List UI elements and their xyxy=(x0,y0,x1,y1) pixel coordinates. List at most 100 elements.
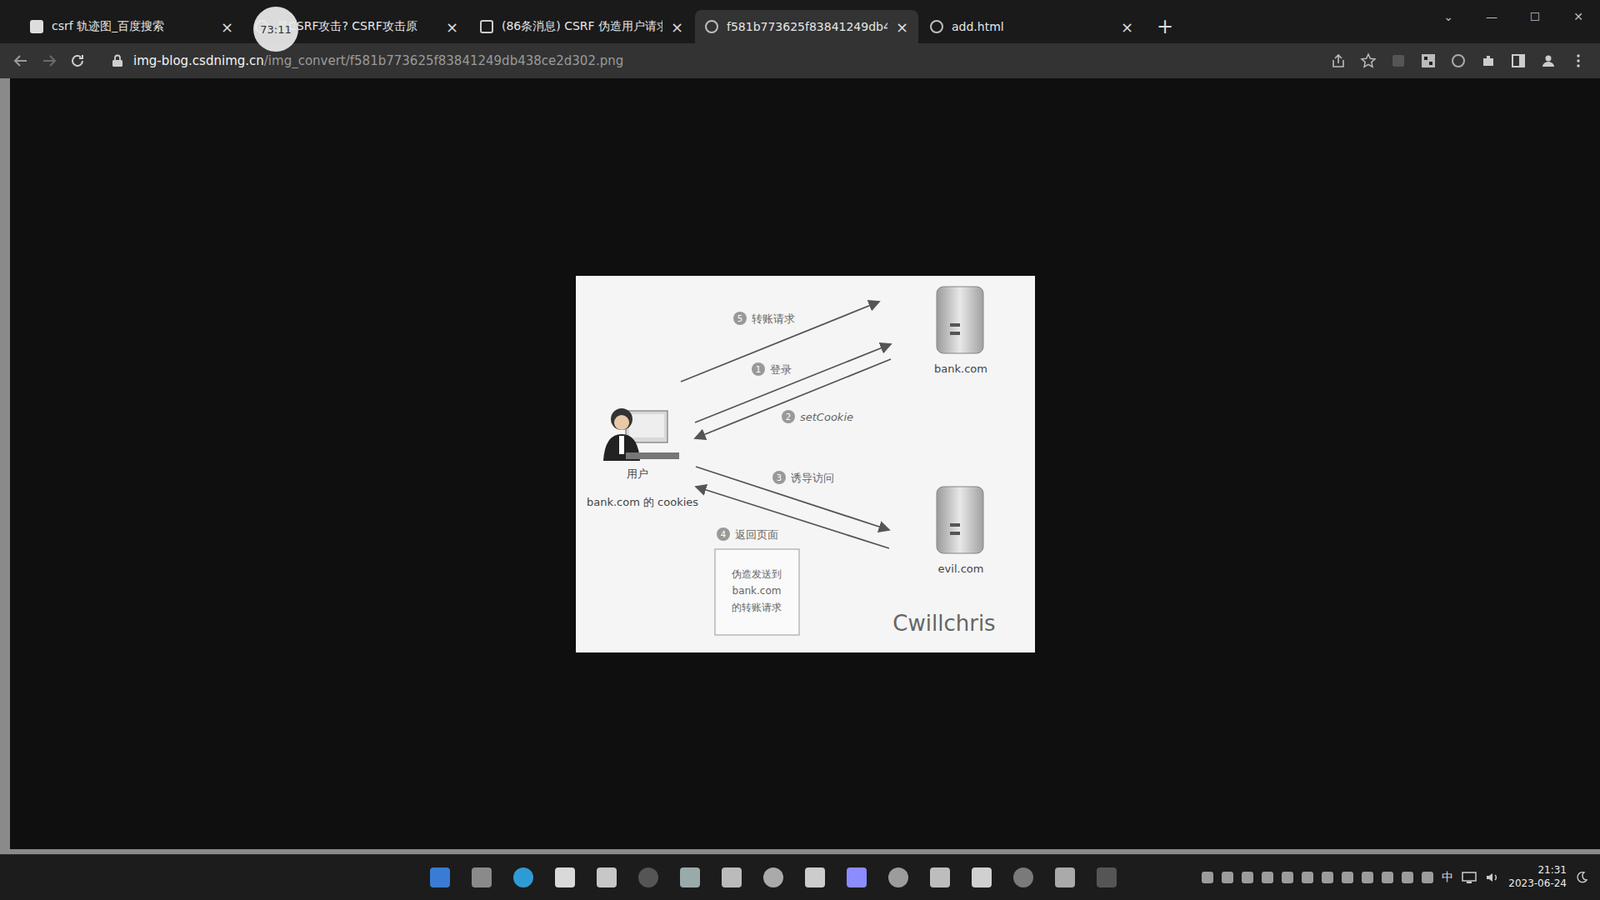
favicon-icon xyxy=(30,20,44,34)
cookie-caption: bank.com 的 cookies xyxy=(585,495,698,509)
step-label: 返回页面 xyxy=(735,528,779,541)
window-controls: ⌄—☐✕ xyxy=(1426,0,1600,34)
sidebar-icon[interactable] xyxy=(1510,52,1527,70)
translate-extension-icon[interactable] xyxy=(1450,52,1467,70)
browser-tab[interactable]: csrf 轨迹图_百度搜索 × xyxy=(20,10,244,44)
tray-icon[interactable] xyxy=(1421,871,1434,884)
clock-date: 2023-06-24 xyxy=(1508,877,1567,891)
note-line: 伪造发送到 xyxy=(731,568,782,580)
extension-icon[interactable] xyxy=(1390,52,1407,70)
tray-icon[interactable] xyxy=(1321,871,1334,884)
taskbar-app-icon[interactable] xyxy=(591,862,622,893)
taskbar-app-icon[interactable] xyxy=(1091,862,1122,893)
lock-icon xyxy=(111,54,124,68)
taskbar-app-icon[interactable] xyxy=(466,862,497,893)
forward-icon[interactable] xyxy=(40,51,59,70)
network-icon[interactable] xyxy=(1461,870,1477,885)
taskbar-app-icon[interactable] xyxy=(633,862,664,893)
step-number: 2 xyxy=(785,412,790,422)
user-node: 用户 bank.com 的 cookies xyxy=(585,408,698,509)
clock-time: 21:31 xyxy=(1537,864,1567,878)
server-label: bank.com xyxy=(934,362,988,375)
taskbar: 中 21:31 2023-06-24 xyxy=(0,854,1600,900)
tab-strip: csrf 轨迹图_百度搜索 × 是CSRF攻击? CSRF攻击原 × (86条消… xyxy=(0,10,1427,44)
taskbar-app-icon[interactable] xyxy=(883,862,914,893)
toolbar-icons xyxy=(1330,52,1592,70)
tab-bar: csrf 轨迹图_百度搜索 × 是CSRF攻击? CSRF攻击原 × (86条消… xyxy=(0,0,1600,44)
monitor-icon xyxy=(625,410,668,443)
favicon-icon xyxy=(480,20,494,34)
tray-icon[interactable] xyxy=(1281,871,1294,884)
share-icon[interactable] xyxy=(1330,52,1347,70)
puzzle-icon[interactable] xyxy=(1480,52,1497,70)
system-tray: 中 21:31 2023-06-24 xyxy=(1201,864,1600,890)
taskbar-app-icon[interactable] xyxy=(550,862,580,893)
taskbar-app-icon[interactable] xyxy=(716,862,747,893)
forged-request-note: 伪造发送到bank.com的转账请求 xyxy=(715,549,800,635)
taskbar-app-icon[interactable] xyxy=(800,862,830,893)
browser-tab[interactable]: f581b773625f83841249db43 × xyxy=(695,10,919,44)
window-control-button[interactable]: ⌄ xyxy=(1426,10,1470,24)
volume-icon[interactable] xyxy=(1485,870,1500,885)
qr-extension-icon[interactable] xyxy=(1420,52,1437,70)
taskbar-app-icon[interactable] xyxy=(966,862,997,893)
taskbar-app-icon[interactable] xyxy=(1008,862,1039,893)
back-icon[interactable] xyxy=(11,51,30,70)
tab-close-button[interactable]: × xyxy=(220,18,234,36)
step-badge xyxy=(772,470,786,485)
night-mode-icon[interactable] xyxy=(1575,870,1589,885)
tray-icon[interactable] xyxy=(1401,871,1414,884)
taskbar-app-icon[interactable] xyxy=(1050,862,1080,893)
watermark: Cwillchris xyxy=(892,610,995,636)
profile-icon[interactable] xyxy=(1540,52,1557,70)
ime-indicator[interactable]: 中 xyxy=(1441,870,1454,885)
tab-label: add.html xyxy=(951,20,1113,34)
step-label: 转账请求 xyxy=(751,312,795,325)
step-badge xyxy=(733,311,747,325)
tray-icon[interactable] xyxy=(1341,871,1354,884)
clock[interactable]: 21:31 2023-06-24 xyxy=(1508,864,1567,890)
user-label: 用户 xyxy=(626,467,649,480)
tab-close-button[interactable]: × xyxy=(1120,18,1134,36)
taskbar-app-icon[interactable] xyxy=(841,862,872,893)
reload-icon[interactable] xyxy=(68,51,87,70)
tray-icon[interactable] xyxy=(1221,871,1234,884)
step-badge xyxy=(751,362,765,376)
url-text: img-blog.csdnimg.cn/img_convert/f581b773… xyxy=(133,53,624,69)
window-control-button[interactable]: ☐ xyxy=(1513,10,1557,24)
server-icon xyxy=(936,286,984,354)
step-label: 登录 xyxy=(770,363,792,376)
step-number: 4 xyxy=(720,530,725,540)
step-label: setCookie xyxy=(800,410,854,424)
star-icon[interactable] xyxy=(1360,52,1377,70)
browser-tab[interactable]: add.html × xyxy=(920,10,1144,44)
person-icon xyxy=(610,408,633,430)
tab-close-button[interactable]: × xyxy=(895,18,909,36)
taskbar-app-icon[interactable] xyxy=(425,862,455,893)
tab-label: f581b773625f83841249db43 xyxy=(726,20,888,34)
tab-label: 是CSRF攻击? CSRF攻击原 xyxy=(276,19,438,35)
tray-icon[interactable] xyxy=(1361,871,1374,884)
new-tab-button[interactable]: + xyxy=(1145,15,1185,44)
address-bar[interactable]: img-blog.csdnimg.cn/img_convert/f581b773… xyxy=(100,47,1320,75)
tab-close-button[interactable]: × xyxy=(445,18,459,36)
taskbar-app-icon[interactable] xyxy=(925,862,955,893)
tray-icon[interactable] xyxy=(1261,871,1274,884)
flow-arrow: 5 转账请求 xyxy=(680,301,880,382)
window-control-button[interactable]: ✕ xyxy=(1556,10,1600,24)
menu-icon[interactable] xyxy=(1570,52,1587,70)
tray-icon[interactable] xyxy=(1241,871,1254,884)
tab-close-button[interactable]: × xyxy=(670,18,684,36)
flow-arrow: 3诱导访问 xyxy=(695,466,890,530)
tray-icon[interactable] xyxy=(1381,871,1394,884)
browser-tab[interactable]: (86条消息) CSRF 伪造用户请求攻 × xyxy=(470,10,694,44)
step-number: 5 xyxy=(736,314,742,324)
window-control-button[interactable]: — xyxy=(1470,10,1514,24)
tray-icon[interactable] xyxy=(1201,871,1214,884)
taskbar-app-icon[interactable] xyxy=(758,862,789,893)
taskbar-app-icon[interactable] xyxy=(675,862,705,893)
tray-icon[interactable] xyxy=(1301,871,1314,884)
taskbar-apps xyxy=(425,862,1202,893)
taskbar-app-icon[interactable] xyxy=(508,862,539,893)
server-label: evil.com xyxy=(937,562,984,575)
